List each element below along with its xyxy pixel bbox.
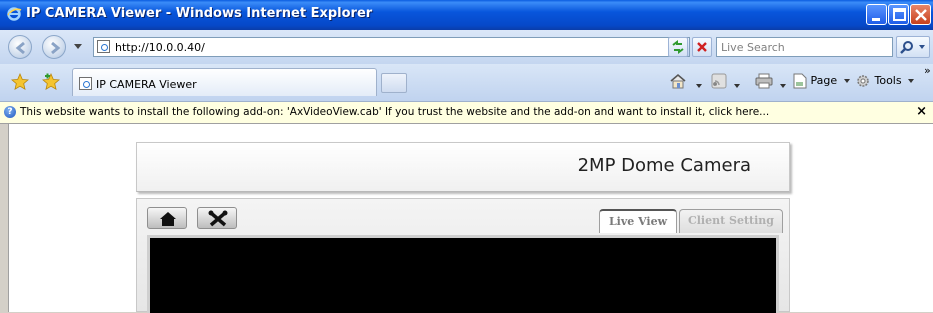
tools-menu-button[interactable]: Tools — [855, 73, 915, 91]
new-tab-button[interactable] — [381, 73, 407, 93]
maximize-button[interactable] — [888, 4, 909, 25]
refresh-button[interactable] — [668, 37, 688, 57]
page-menu-button[interactable]: Page — [793, 73, 850, 91]
settings-tools-button[interactable] — [197, 207, 237, 229]
close-icon[interactable]: × — [916, 104, 927, 119]
address-toolbar: http://10.0.0.40/ Live Search — [0, 30, 933, 64]
home-button[interactable] — [669, 73, 702, 91]
window-frame — [0, 124, 8, 312]
camera-header: 2MP Dome Camera — [136, 142, 790, 192]
stop-button[interactable] — [692, 37, 712, 57]
search-button[interactable] — [896, 36, 930, 58]
tools-menu-label: Tools — [874, 74, 902, 87]
print-button[interactable] — [755, 73, 786, 91]
feeds-button[interactable] — [711, 73, 740, 91]
home-camera-button[interactable] — [147, 207, 187, 229]
information-bar-message: This website wants to install the follow… — [20, 106, 770, 118]
information-bar[interactable]: ? This website wants to install the foll… — [0, 102, 933, 124]
history-dropdown-icon[interactable] — [74, 44, 82, 49]
add-favorites-icon[interactable] — [42, 72, 60, 94]
minimize-button[interactable] — [866, 4, 887, 25]
tab-bar: IP CAMERA Viewer Page Tools » — [0, 64, 933, 102]
tab-ip-camera-viewer[interactable]: IP CAMERA Viewer — [72, 68, 377, 96]
info-icon: ? — [4, 106, 16, 118]
page-menu-label: Page — [810, 74, 838, 87]
chevron-right-icon[interactable]: » — [924, 64, 931, 82]
url-text: http://10.0.0.40/ — [115, 41, 205, 54]
search-input[interactable]: Live Search — [716, 37, 893, 57]
camera-body: Live View Client Setting — [136, 198, 790, 313]
tab-page-icon — [79, 77, 92, 90]
tab-client-setting[interactable]: Client Setting — [679, 209, 783, 233]
camera-title: 2MP Dome Camera — [577, 155, 751, 176]
title-bar[interactable]: IP CAMERA Viewer - Windows Internet Expl… — [0, 0, 933, 30]
ie-logo-icon — [6, 6, 22, 22]
search-placeholder: Live Search — [721, 41, 785, 54]
back-button[interactable] — [8, 35, 32, 59]
close-window-button[interactable] — [910, 4, 931, 25]
page-icon — [97, 40, 110, 53]
favorites-star-icon[interactable] — [11, 72, 29, 94]
address-field[interactable]: http://10.0.0.40/ — [93, 37, 690, 57]
window-title: IP CAMERA Viewer - Windows Internet Expl… — [26, 6, 373, 21]
tab-live-view[interactable]: Live View — [599, 209, 677, 233]
tab-label: IP CAMERA Viewer — [96, 78, 197, 91]
forward-button[interactable] — [42, 35, 66, 59]
camera-panel: 2MP Dome Camera Live View Client Setting — [136, 142, 790, 313]
live-video-area[interactable] — [147, 235, 779, 313]
